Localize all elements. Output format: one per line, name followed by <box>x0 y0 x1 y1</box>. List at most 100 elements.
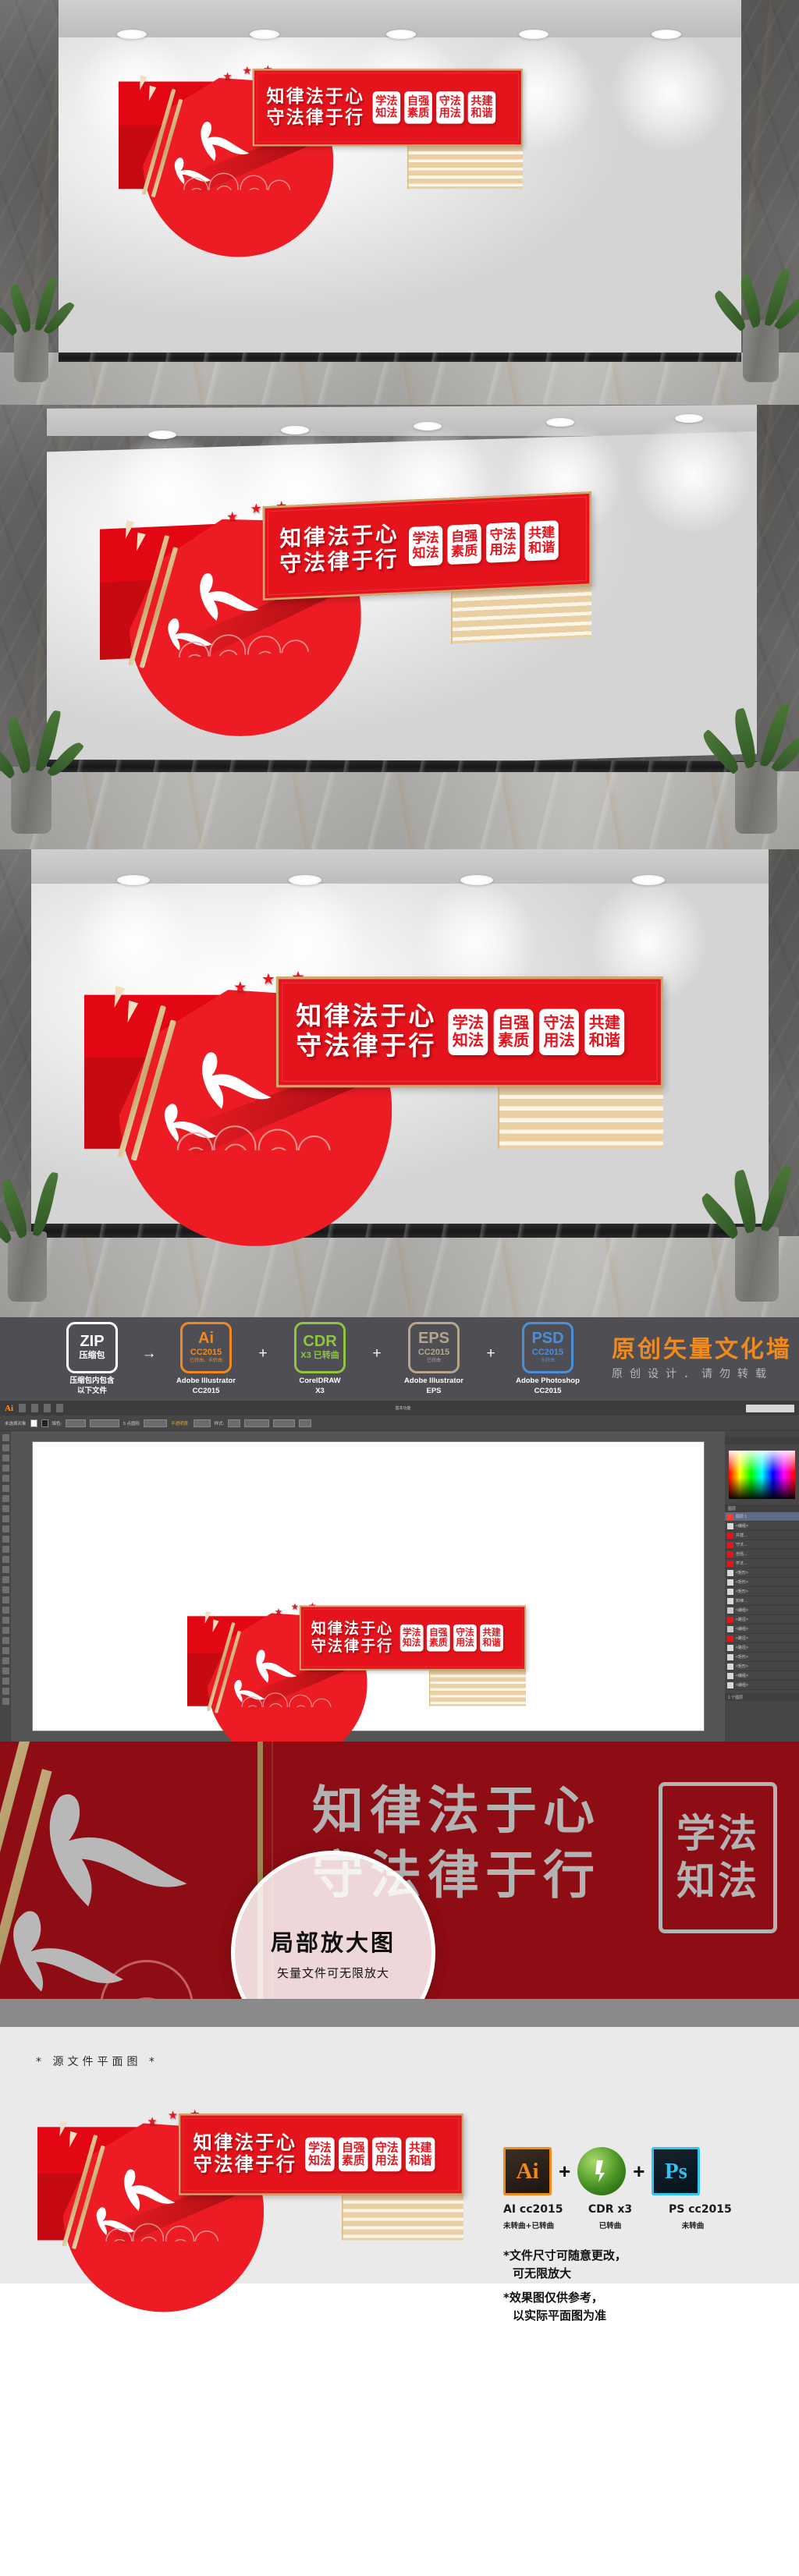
ai-layer-row[interactable]: <路径> <box>725 1634 799 1643</box>
ai-layer-row[interactable]: 知律… <box>725 1596 799 1606</box>
main-banner: 知律法于心 守法律于行 学法 知法 自强 素质 守法 用法 共建 和谐 <box>275 976 663 1088</box>
ai-layer-row[interactable]: 图层 1 <box>725 1512 799 1522</box>
shape-builder-tool-icon[interactable] <box>2 1586 9 1593</box>
slice-tool-icon[interactable] <box>2 1678 9 1685</box>
ai-layer-row[interactable]: <编组> <box>725 1522 799 1531</box>
cdr-caption-2: X3 <box>315 1386 325 1395</box>
ai-layer-row[interactable]: <编组> <box>725 1681 799 1690</box>
curvature-tool-icon[interactable] <box>2 1485 9 1492</box>
detail-slogan-chip: 学法 知法 <box>659 1782 777 1933</box>
cdr-caption-1: CorelDRAW <box>299 1376 341 1385</box>
selection-tool-icon[interactable] <box>2 1434 9 1441</box>
ai-layer-row[interactable]: <矩形> <box>725 1653 799 1662</box>
ai-toolbar-icon[interactable] <box>56 1404 63 1412</box>
footer-note-2-line-2: 以实际平面图为准 <box>513 2308 607 2323</box>
ai-right-panel-dock[interactable]: 图层 图层 1 <编组> 共建… 守法… 自强… 学法… <矩形> <矩形> <… <box>725 1431 799 1742</box>
zip-badge-sub: 压缩包 <box>79 1350 105 1360</box>
ai-layer-row[interactable]: <路径> <box>725 1643 799 1653</box>
zip-badge-icon: ZIP 压缩包 <box>66 1321 118 1373</box>
plus-icon: + <box>633 2159 645 2183</box>
symbol-sprayer-tool-icon[interactable] <box>2 1647 9 1654</box>
slogan-chip: 学法 知法 <box>372 91 401 124</box>
ai-align-dropdown[interactable] <box>299 1419 312 1427</box>
poster-page: ★ ★ ★ ★ ★ <box>0 0 799 2323</box>
ai-layer-row[interactable]: <路径> <box>725 1615 799 1625</box>
ai-layer-row[interactable]: 共建… <box>725 1531 799 1540</box>
ai-document-setup-button[interactable] <box>244 1419 270 1427</box>
ceiling-spot-light <box>250 30 279 39</box>
ai-layer-row[interactable]: <矩形> <box>725 1568 799 1578</box>
headline-line-2: 守法律于行 <box>279 546 400 578</box>
ai-workspace-label[interactable]: 基本功能 <box>395 1405 410 1411</box>
ai-fill-dropdown[interactable] <box>66 1419 87 1427</box>
footer-note-2: *效果图仅供参考， 以实际平面图为准 <box>503 2289 606 2324</box>
ai-layer-row[interactable]: <编组> <box>725 1606 799 1615</box>
chip-line-top: 自强 <box>342 2141 365 2155</box>
ai-control-bar: 未选择对象 填色: 5 点圆形 不透明度: 样式: <box>0 1416 799 1431</box>
width-tool-icon[interactable] <box>2 1576 9 1583</box>
mesh-tool-icon[interactable] <box>2 1607 9 1614</box>
ai-layers-panel-header[interactable]: 图层 <box>725 1504 799 1512</box>
chip-line-bottom: 用法 <box>455 1637 474 1649</box>
coreldraw-icon <box>577 2147 627 2195</box>
ai-toolbar-icon[interactable] <box>19 1404 26 1412</box>
ai-toolbar-icon[interactable] <box>31 1404 38 1412</box>
type-tool-icon[interactable] <box>2 1495 9 1502</box>
hand-tool-icon[interactable] <box>2 1688 9 1695</box>
ai-search-input[interactable] <box>745 1404 794 1412</box>
slogan-chip: 自强 素质 <box>493 1008 534 1055</box>
line-tool-icon[interactable] <box>2 1505 9 1512</box>
pen-tool-icon[interactable] <box>2 1475 9 1482</box>
scale-tool-icon[interactable] <box>2 1566 9 1573</box>
ai-layer-row[interactable]: 自强… <box>725 1550 799 1559</box>
pencil-tool-icon[interactable] <box>2 1536 9 1543</box>
lasso-tool-icon[interactable] <box>2 1465 9 1472</box>
perspective-grid-tool-icon[interactable] <box>2 1596 9 1603</box>
ai-preferences-button[interactable] <box>273 1419 296 1427</box>
main-banner: 知律法于心 守法律于行 学法 知法 自强 素质 守法 用法 共建 和谐 <box>299 1605 526 1671</box>
eyedropper-tool-icon[interactable] <box>2 1627 9 1634</box>
slogan-chip: 守法 用法 <box>539 1008 579 1055</box>
potted-plant-left <box>0 662 85 834</box>
direct-selection-tool-icon[interactable] <box>2 1444 9 1451</box>
chip-line-bottom: 用法 <box>543 1031 575 1050</box>
zoom-tool-icon[interactable] <box>2 1698 9 1705</box>
ai-opacity-input[interactable] <box>193 1419 211 1427</box>
rectangle-tool-icon[interactable] <box>2 1515 9 1522</box>
ai-fill-swatch[interactable] <box>30 1419 37 1427</box>
ai-toolbar-icon[interactable] <box>44 1404 51 1412</box>
paintbrush-tool-icon[interactable] <box>2 1525 9 1532</box>
ai-layer-row[interactable]: <矩形> <box>725 1578 799 1587</box>
ai-brush-dropdown[interactable] <box>144 1419 168 1427</box>
format-strip-title: 原创矢量文化墙 原创设计．请勿转载 <box>612 1337 792 1381</box>
column-graph-tool-icon[interactable] <box>2 1657 9 1664</box>
ai-layer-row[interactable]: 守法… <box>725 1540 799 1550</box>
ai-layer-row[interactable]: <矩形> <box>725 1662 799 1671</box>
ai-style-dropdown[interactable] <box>228 1419 241 1427</box>
ai-artboard[interactable]: ★ ★ ★ ★ ★ <box>32 1442 704 1742</box>
ai-layer-row[interactable]: <编组> <box>725 1671 799 1681</box>
plus-icon: + <box>559 2159 571 2183</box>
ai-layer-row[interactable]: 学法… <box>725 1559 799 1568</box>
artboard-tool-icon[interactable] <box>2 1667 9 1674</box>
ai-canvas-area[interactable]: ★ ★ ★ ★ ★ <box>11 1431 725 1742</box>
ai-tool-palette[interactable] <box>0 1431 11 1742</box>
rotate-tool-icon[interactable] <box>2 1556 9 1563</box>
ai-stroke-style-dropdown[interactable] <box>90 1419 120 1427</box>
ai-stroke-swatch[interactable] <box>41 1419 48 1427</box>
ceiling-spot-light <box>519 30 549 39</box>
ai-caption-1: Adobe Illustrator <box>176 1376 236 1385</box>
ai-layer-row[interactable]: <矩形> <box>725 1587 799 1596</box>
magic-wand-tool-icon[interactable] <box>2 1455 9 1462</box>
chip-line-bottom: 知法 <box>412 544 439 562</box>
ai-color-spectrum-picker[interactable] <box>729 1451 795 1499</box>
ceiling-spot-light <box>414 422 442 431</box>
ceiling-spot-light <box>652 30 681 39</box>
eraser-tool-icon[interactable] <box>2 1546 9 1553</box>
ai-color-panel-header[interactable] <box>725 1437 799 1444</box>
gradient-tool-icon[interactable] <box>2 1617 9 1624</box>
psd-badge-tiny: 未转曲 <box>540 1359 555 1364</box>
ai-layers-list[interactable]: 图层 1 <编组> 共建… 守法… 自强… 学法… <矩形> <矩形> <矩形>… <box>725 1512 799 1690</box>
ai-layer-row[interactable]: <编组> <box>725 1625 799 1634</box>
blend-tool-icon[interactable] <box>2 1637 9 1644</box>
